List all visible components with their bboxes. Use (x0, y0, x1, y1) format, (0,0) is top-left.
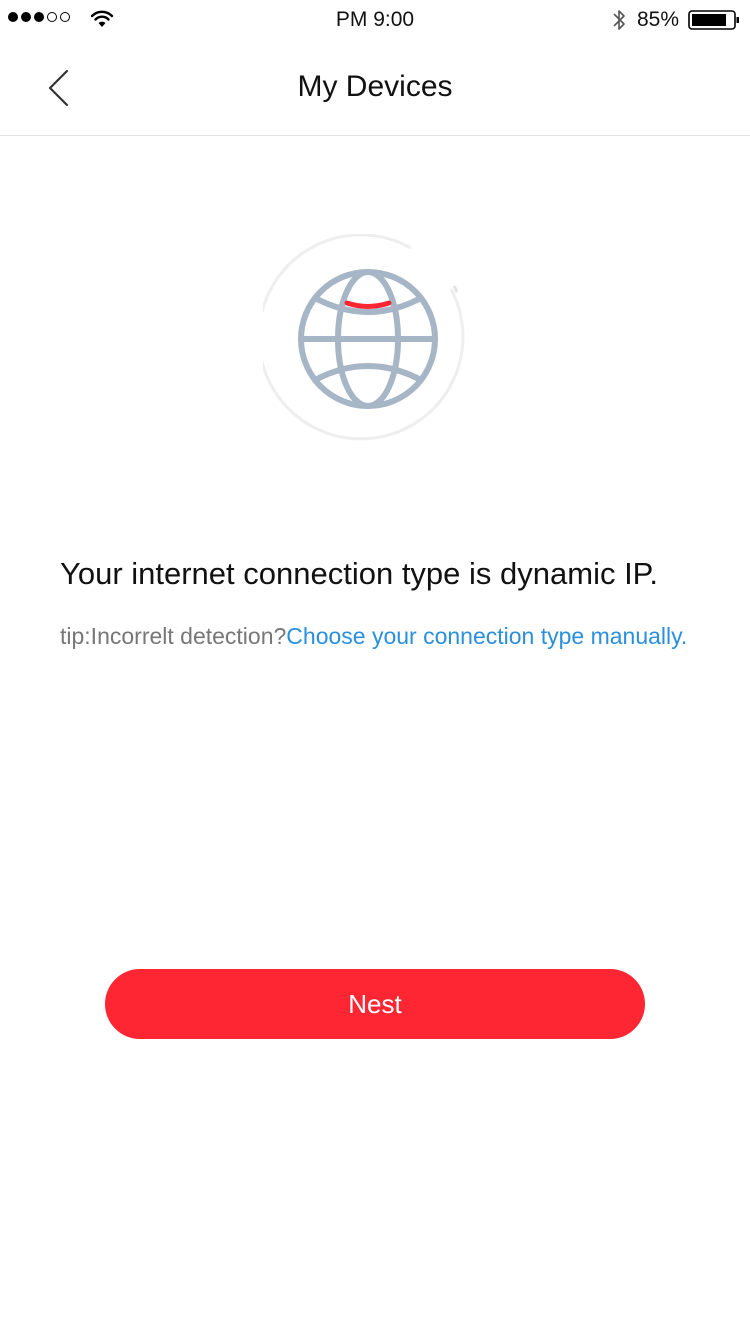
globe-illustration (257, 233, 473, 444)
page-title: My Devices (297, 70, 453, 103)
nav-bar: My Devices (0, 40, 750, 136)
bluetooth-icon (613, 10, 625, 30)
choose-connection-type-link[interactable]: Choose your connection type manually. (286, 623, 687, 649)
tip-text: tip:Incorrelt detection?Choose your conn… (60, 621, 700, 651)
status-bar: PM 9:00 85% (0, 0, 750, 40)
connection-type-message: Your internet connection type is dynamic… (60, 556, 658, 591)
globe-icon (257, 233, 465, 441)
tip-prefix: tip:Incorrelt detection? (60, 623, 287, 649)
battery-icon (688, 10, 739, 30)
battery-percent: 85% (637, 8, 680, 31)
next-button[interactable]: Nest (105, 969, 645, 1039)
